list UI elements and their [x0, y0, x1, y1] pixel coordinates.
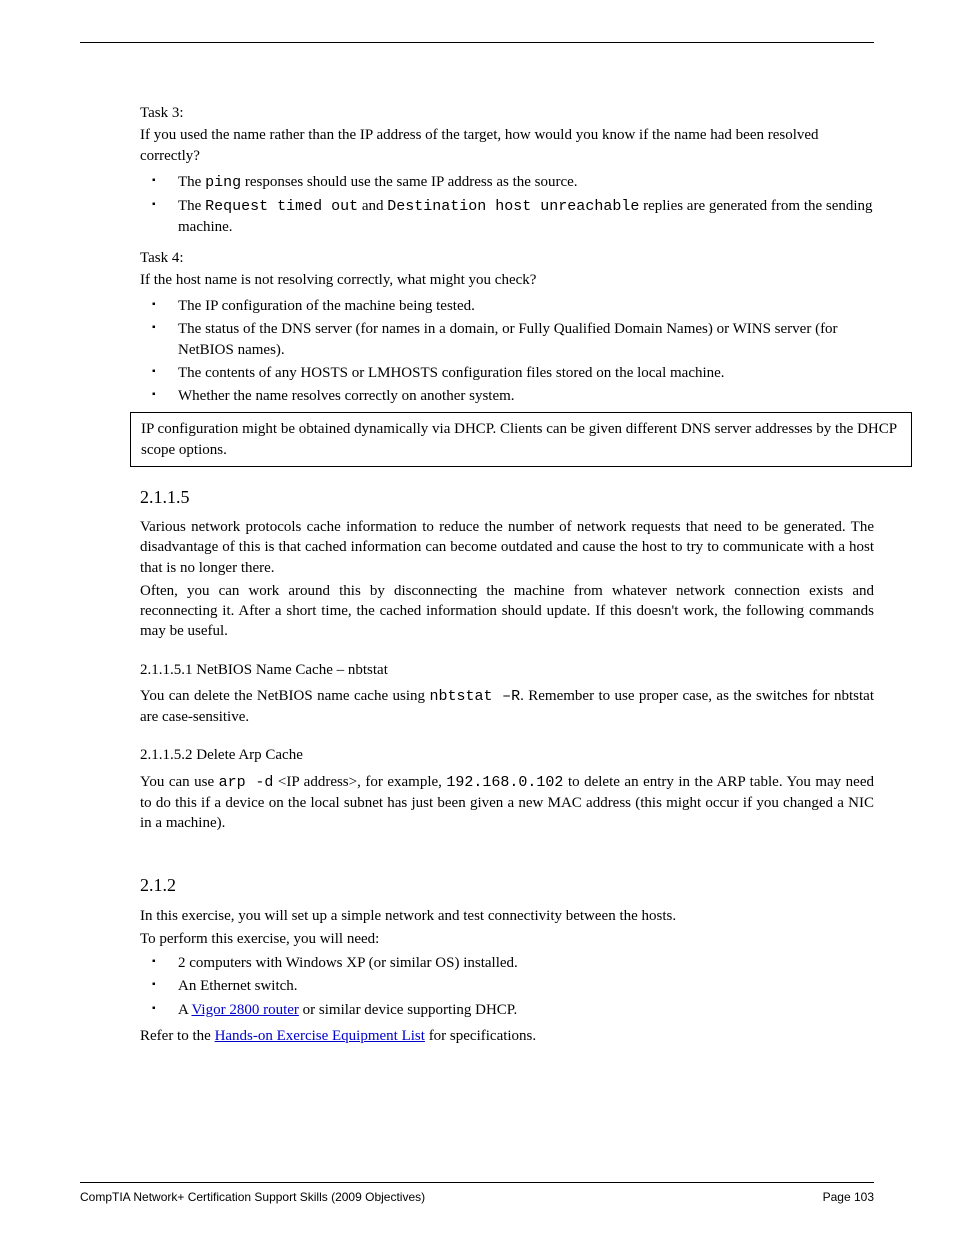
equipment-bullets: 2 computers with Windows XP (or similar … — [140, 953, 874, 1020]
footer-left: CompTIA Network+ Certification Support S… — [80, 1189, 425, 1205]
body-text: Various network protocols cache informat… — [140, 517, 874, 578]
top-rule — [80, 42, 874, 43]
list-item: The contents of any HOSTS or LMHOSTS con… — [140, 363, 874, 383]
body-text: Often, you can work around this by disco… — [140, 581, 874, 642]
task3-bullets: The ping responses should use the same I… — [140, 172, 874, 238]
equipment-link[interactable]: Hands-on Exercise Equipment List — [215, 1028, 425, 1044]
list-item: 2 computers with Windows XP (or similar … — [140, 953, 874, 973]
list-item: Whether the name resolves correctly on a… — [140, 386, 874, 406]
list-item: The status of the DNS server (for names … — [140, 319, 874, 360]
body-text: To perform this exercise, you will need: — [140, 929, 874, 949]
task4-bullets: The IP configuration of the machine bein… — [140, 296, 874, 406]
list-item: The Request timed out and Destination ho… — [140, 196, 874, 238]
list-item: The IP configuration of the machine bein… — [140, 296, 874, 316]
code-ping: ping — [205, 174, 241, 191]
task3-label: Task 3: — [140, 103, 874, 123]
note-box: IP configuration might be obtained dynam… — [130, 412, 912, 467]
task4-label: Task 4: — [140, 248, 874, 268]
footer-rule — [80, 1182, 874, 1183]
task4-question: If the host name is not resolving correc… — [140, 270, 874, 290]
router-link[interactable]: Vigor 2800 router — [191, 1002, 298, 1018]
heading-2-1-1-5: 2.1.1.5 — [140, 485, 874, 509]
list-item: A Vigor 2800 router or similar device su… — [140, 1000, 874, 1020]
code-ip: 192.168.0.102 — [446, 774, 563, 791]
footer-right: Page 103 — [823, 1189, 874, 1205]
list-item: An Ethernet switch. — [140, 976, 874, 996]
main-content: Task 3: If you used the name rather than… — [140, 103, 874, 1046]
body-text: You can use arp -d <IP address>, for exa… — [140, 772, 874, 834]
list-item: The ping responses should use the same I… — [140, 172, 874, 193]
code-unreachable: Destination host unreachable — [387, 198, 639, 215]
heading-2-1-2: 2.1.2 — [140, 873, 874, 897]
code-timeout: Request timed out — [205, 198, 358, 215]
heading-arp: 2.1.1.5.2 Delete Arp Cache — [140, 745, 874, 765]
code-nbtstat: nbtstat –R — [429, 688, 520, 705]
heading-nbtstat: 2.1.1.5.1 NetBIOS Name Cache – nbtstat — [140, 660, 874, 680]
body-text: You can delete the NetBIOS name cache us… — [140, 686, 874, 728]
task3-question: If you used the name rather than the IP … — [140, 125, 874, 166]
page-footer: CompTIA Network+ Certification Support S… — [80, 1189, 874, 1205]
code-arp-d: arp -d — [219, 774, 274, 791]
body-text: In this exercise, you will set up a simp… — [140, 906, 874, 926]
body-text: Refer to the Hands-on Exercise Equipment… — [140, 1026, 874, 1046]
